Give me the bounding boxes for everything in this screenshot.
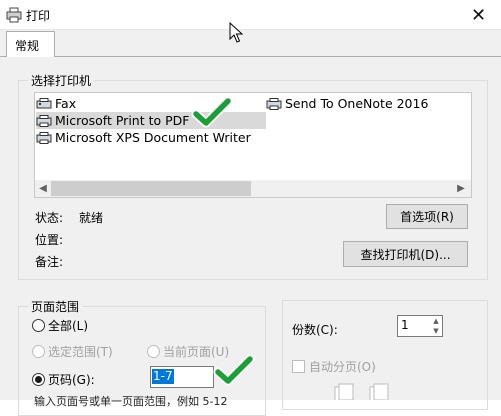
radio-circle[interactable] [32, 373, 45, 386]
status-value: 就绪 [79, 211, 104, 225]
scroll-right-icon[interactable]: ▶ [454, 180, 468, 197]
checkbox-box[interactable] [292, 360, 305, 373]
printer-icon [36, 131, 52, 144]
printer-icon [266, 97, 282, 110]
stepper-down-icon[interactable]: ▼ [430, 326, 442, 336]
page-range-hint: 输入页面号或单一页面范围，例如 5-12 [34, 395, 228, 408]
scroll-left-icon[interactable]: ◀ [36, 180, 50, 197]
copies-label: 份数(C): [292, 323, 338, 337]
location-label: 位置: [35, 233, 64, 247]
tab-strip [0, 30, 501, 56]
collate-label: 自动分页(O) [309, 360, 376, 374]
radio-circle[interactable] [32, 319, 45, 332]
printer-name: Microsoft XPS Document Writer [55, 130, 251, 145]
comment-label: 备注: [35, 255, 64, 269]
page-range-group-label: 页面范围 [28, 298, 83, 315]
printer-item-fax[interactable]: Fax [36, 95, 76, 112]
radio-circle[interactable] [32, 345, 45, 358]
radio-circle[interactable] [147, 345, 160, 358]
stepper-up-icon[interactable]: ▲ [430, 316, 442, 326]
radio-label: 选定范围(T) [48, 345, 113, 359]
radio-all-pages[interactable]: 全部(L) [32, 317, 88, 334]
copies-value[interactable]: 1 [401, 318, 409, 332]
radio-page-numbers[interactable]: 页码(G): [32, 371, 95, 388]
radio-label: 全部(L) [48, 319, 89, 333]
preferences-button[interactable]: 首选项(R) [386, 204, 468, 229]
printer-name: Microsoft Print to PDF [55, 113, 190, 128]
mouse-cursor-icon [229, 22, 243, 43]
pages-input-value[interactable]: 1-7 [152, 369, 174, 384]
radio-label: 页码(G): [48, 373, 95, 387]
window-title: 打印 [26, 9, 51, 23]
radio-selection[interactable]: 选定范围(T) [32, 343, 113, 360]
printer-icon [6, 7, 22, 23]
fax-icon [36, 97, 52, 108]
find-printer-button[interactable]: 查找打印机(D)... [343, 241, 468, 267]
title-bar [0, 0, 501, 30]
status-label: 状态: [35, 211, 64, 225]
close-button[interactable]: ✕ [456, 0, 501, 30]
collate-pages-icon [334, 383, 389, 400]
check-mark-icon [213, 355, 255, 386]
printer-group-label: 选择打印机 [28, 72, 95, 89]
printer-name: Send To OneNote 2016 [285, 96, 429, 111]
collate-checkbox[interactable]: 自动分页(O) [292, 358, 376, 375]
printer-icon [36, 114, 52, 127]
printer-name: Fax [55, 96, 77, 111]
scrollbar-thumb[interactable] [51, 181, 251, 196]
check-mark-icon [191, 97, 233, 128]
printer-item-xps[interactable]: Microsoft XPS Document Writer [36, 129, 251, 146]
tab-general[interactable]: 常规 [6, 31, 55, 57]
printer-item-onenote[interactable]: Send To OneNote 2016 [266, 95, 428, 112]
